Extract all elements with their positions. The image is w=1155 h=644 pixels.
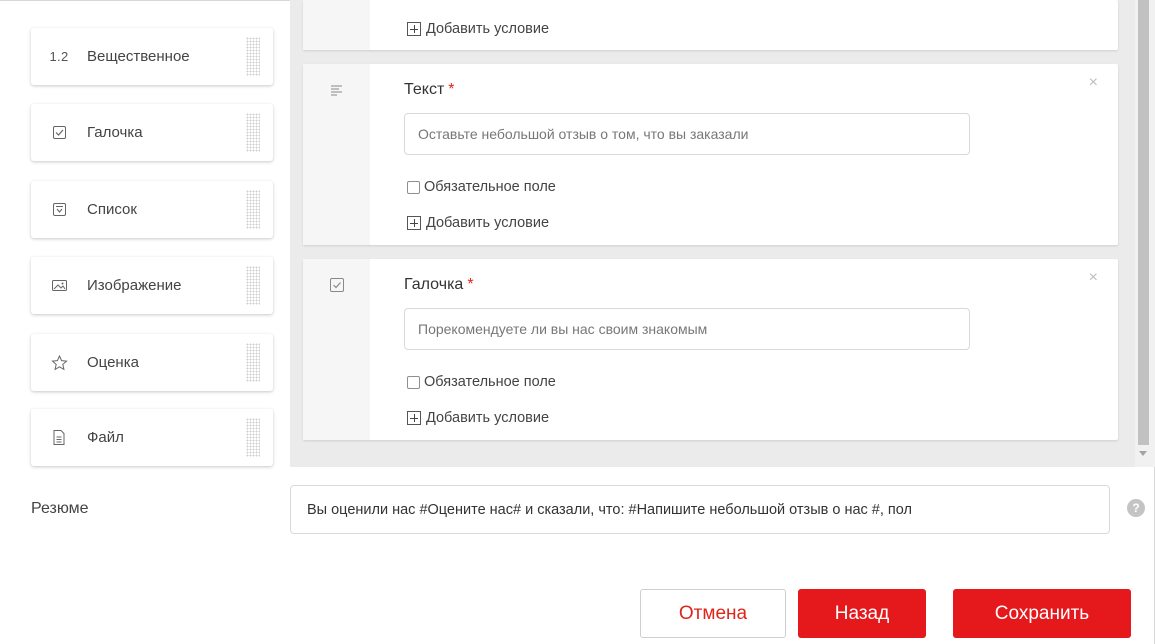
palette-item-label: Изображение: [87, 277, 182, 294]
required-checkbox-label: Обязательное поле: [424, 179, 556, 195]
palette-item-file[interactable]: Файл: [31, 409, 273, 466]
scrollbar-thumb[interactable]: [1138, 0, 1149, 445]
checkbox-icon: [330, 278, 344, 292]
palette-item-real-number[interactable]: 1.2 Вещественное: [31, 28, 273, 85]
drag-handle-icon[interactable]: [246, 266, 260, 305]
help-icon[interactable]: ?: [1127, 499, 1145, 517]
required-mark: *: [467, 276, 474, 293]
plus-box-icon: [407, 216, 421, 230]
palette-item-checkbox[interactable]: Галочка: [31, 104, 273, 161]
form-field-card-previous: Добавить условие: [303, 0, 1118, 50]
required-checkbox[interactable]: Обязательное поле: [407, 179, 556, 195]
drag-handle-icon[interactable]: [246, 37, 260, 76]
palette-item-rating[interactable]: Оценка: [31, 334, 273, 391]
add-condition-button[interactable]: Добавить условие: [407, 21, 549, 37]
form-field-card-text[interactable]: Текст* × Обязательное поле Добавить усло…: [303, 64, 1118, 245]
field-title-text: Текст: [404, 81, 445, 98]
palette-item-label: Файл: [87, 429, 124, 446]
drag-handle-icon[interactable]: [246, 418, 260, 457]
required-checkbox[interactable]: Обязательное поле: [407, 374, 556, 390]
palette-item-label: Оценка: [87, 354, 139, 371]
checkbox-box[interactable]: [407, 180, 420, 194]
required-mark: *: [448, 81, 455, 98]
field-title-text: Галочка: [404, 276, 464, 293]
dropdown-list-icon: [31, 203, 87, 216]
field-title: Галочка *: [404, 276, 474, 294]
plus-box-icon: [407, 411, 421, 425]
palette-item-list[interactable]: Список: [31, 181, 273, 238]
card-gutter: [303, 0, 370, 50]
palette-item-label: Галочка: [87, 124, 143, 141]
cancel-button[interactable]: Отмена: [640, 589, 786, 638]
close-icon[interactable]: ×: [1089, 74, 1098, 92]
text-lines-icon: [330, 83, 344, 97]
scroll-down-arrow-icon[interactable]: [1139, 451, 1147, 456]
file-icon: [31, 430, 87, 445]
palette-item-label: Список: [87, 201, 137, 218]
decimal-number-icon: 1.2: [49, 49, 69, 64]
summary-label: Резюме: [31, 500, 89, 517]
checkbox-icon: [31, 126, 87, 139]
drag-handle-icon[interactable]: [246, 113, 260, 152]
field-question-input[interactable]: [404, 308, 970, 350]
checkbox-box[interactable]: [407, 375, 420, 389]
image-icon: [31, 279, 87, 292]
palette-item-label: Вещественное: [87, 48, 190, 65]
add-condition-button[interactable]: Добавить условие: [407, 410, 549, 426]
form-field-card-checkbox[interactable]: Галочка* × Обязательное поле Добавить ус…: [303, 259, 1118, 440]
add-condition-label: Добавить условие: [426, 410, 550, 426]
form-canvas: Добавить условие Текст* × Обязательное п…: [290, 0, 1135, 467]
field-title: Текст *: [404, 81, 455, 99]
drag-handle-icon[interactable]: [246, 343, 260, 382]
field-question-input[interactable]: [404, 113, 970, 155]
palette-item-image[interactable]: Изображение: [31, 257, 273, 314]
canvas-scrollbar[interactable]: [1135, 0, 1155, 467]
add-condition-label: Добавить условие: [426, 215, 550, 231]
drag-handle-icon[interactable]: [246, 190, 260, 229]
add-condition-button[interactable]: Добавить условие: [407, 215, 549, 231]
add-condition-label: Добавить условие: [426, 21, 550, 37]
back-button[interactable]: Назад: [798, 589, 926, 638]
save-button[interactable]: Сохранить: [953, 589, 1131, 638]
close-icon[interactable]: ×: [1089, 269, 1098, 287]
plus-box-icon: [407, 22, 421, 36]
star-icon: [31, 354, 87, 371]
required-checkbox-label: Обязательное поле: [424, 374, 556, 390]
summary-input[interactable]: [290, 485, 1110, 534]
